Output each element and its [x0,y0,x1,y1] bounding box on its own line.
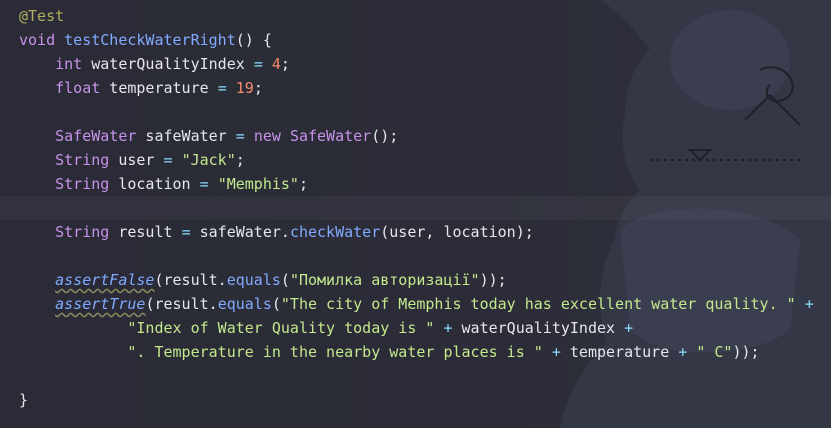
code-token: )); [732,343,760,361]
code-token: = [235,127,245,145]
code-line[interactable]: "Index of Water Quality today is " + wat… [19,316,814,340]
code-token: SafeWater [289,127,372,145]
code-token: = [217,79,227,97]
code-token: () { [235,31,272,49]
code-line[interactable]: SafeWater safeWater = new SafeWater(); [19,124,814,148]
code-token: = [181,223,191,241]
code-token: "The city of Memphis today has excellent… [280,295,796,313]
code-line[interactable]: ". Temperature in the nearby water place… [19,340,814,364]
code-token: assertFalse [55,271,155,289]
code-token: (user, location); [380,223,534,241]
code-token: result [109,223,182,241]
code-token: waterQualityIndex [82,55,254,73]
code-token: "Memphis" [217,175,299,193]
code-token: void [19,31,56,49]
code-token: String [55,175,110,193]
code-token: testCheckWaterRight [64,31,236,49]
code-line[interactable]: float temperature = 19; [19,76,814,100]
code-line[interactable]: assertTrue(result.equals("The city of Me… [19,292,814,316]
code-token: ; [298,175,308,193]
code-token: assertTrue [55,295,146,313]
code-token: safeWater [136,127,236,145]
code-line[interactable]: ​ [19,244,814,268]
code-token: "Помилка авторизації" [289,271,480,289]
code-token: int [55,55,83,73]
code-token: location [109,175,200,193]
code-token: waterQualityIndex [452,319,625,337]
code-token: ( [280,271,290,289]
code-line[interactable]: assertFalse(result.equals("Помилка автор… [19,268,814,292]
code-token: @Test [19,7,65,25]
code-token: ; [253,79,263,97]
code-token: + [804,295,814,313]
code-token: (result. [145,295,218,313]
code-token: ". Temperature in the nearby water place… [127,343,543,361]
code-editor[interactable]: @Test void testCheckWaterRight() { int wa… [0,0,831,428]
code-token: float [55,79,101,97]
code-line[interactable]: @Test [19,4,814,28]
code-token: user [109,151,164,169]
code-token: } [19,391,29,409]
code-line[interactable]: int waterQualityIndex = 4; [19,52,814,76]
code-token: = [253,55,263,73]
code-token: + [551,343,561,361]
code-token: ( [271,295,281,313]
code-token: temperature [560,343,679,361]
code-token: ; [280,55,290,73]
code-token: = [163,151,173,169]
code-token: + [624,319,634,337]
code-line[interactable]: String location = "Memphis"; [19,172,814,196]
code-token: SafeWater [55,127,137,145]
code-token: String [55,151,110,169]
code-token: = [199,175,209,193]
code-token: equals [217,295,272,313]
code-token: new [253,127,281,145]
code-token: safeWater. [190,223,290,241]
code-token: )); [479,271,507,289]
code-token: (result. [154,271,227,289]
code-token: checkWater [289,223,381,241]
code-line[interactable]: String result = safeWater.checkWater(use… [19,220,814,244]
code-token: temperature [100,79,218,97]
code-line[interactable]: ​ [19,364,814,388]
code-text[interactable]: @Test void testCheckWaterRight() { int wa… [19,4,814,412]
code-token: equals [226,271,281,289]
code-line[interactable]: ​ [19,100,814,124]
code-line[interactable]: } [19,388,814,412]
code-token: ; [235,151,245,169]
code-token: "Index of Water Quality today is " [127,319,435,337]
code-token: 19 [235,79,254,97]
code-token: String [55,223,110,241]
code-line[interactable]: ​ [19,196,814,220]
code-line[interactable]: void testCheckWaterRight() { [19,28,814,52]
code-token: 4 [271,55,281,73]
code-token: (); [371,127,399,145]
code-line[interactable]: String user = "Jack"; [19,148,814,172]
code-token: " C" [696,343,733,361]
code-token: "Jack" [181,151,236,169]
code-token: + [678,343,688,361]
